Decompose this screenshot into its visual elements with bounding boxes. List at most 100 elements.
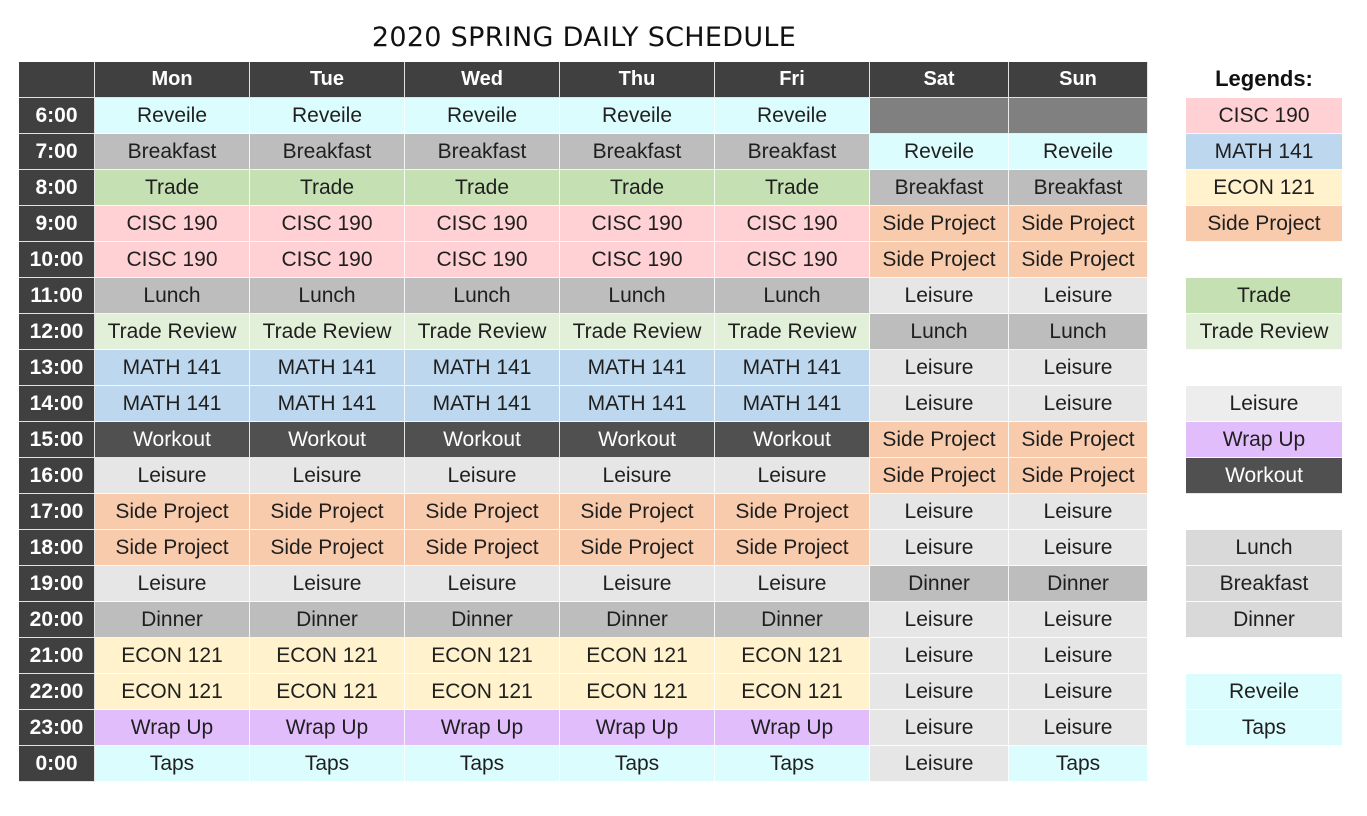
schedule-cell: MATH 141 [715, 386, 870, 422]
schedule-cell: Taps [1009, 746, 1148, 782]
schedule-cell: Leisure [870, 278, 1009, 314]
schedule-cell: Side Project [560, 530, 715, 566]
day-header-tue: Tue [250, 62, 405, 98]
schedule-cell: Side Project [870, 206, 1009, 242]
schedule-cell: Side Project [870, 458, 1009, 494]
schedule-cell: Wrap Up [715, 710, 870, 746]
time-label: 17:00 [19, 494, 95, 530]
schedule-cell: Reveile [870, 134, 1009, 170]
schedule-cell: Leisure [1009, 674, 1148, 710]
schedule-cell: MATH 141 [250, 386, 405, 422]
schedule-cell: Dinner [1009, 566, 1148, 602]
schedule-cell: Leisure [250, 566, 405, 602]
schedule-cell: MATH 141 [405, 386, 560, 422]
day-header-sat: Sat [870, 62, 1009, 98]
schedule-cell: Side Project [1009, 458, 1148, 494]
schedule-cell: ECON 121 [95, 674, 250, 710]
schedule-cell: Side Project [870, 422, 1009, 458]
schedule-cell: CISC 190 [95, 242, 250, 278]
schedule-table: Mon Tue Wed Thu Fri Sat Sun 6:00 Reveile Reveile R… [19, 62, 1148, 782]
schedule-cell: Leisure [1009, 602, 1148, 638]
legend-item-trade-review: Trade Review [1186, 314, 1342, 350]
schedule-cell: Leisure [405, 458, 560, 494]
schedule-cell: Breakfast [1009, 170, 1148, 206]
schedule-cell: Trade Review [405, 314, 560, 350]
schedule-cell: Workout [250, 422, 405, 458]
schedule-cell: MATH 141 [715, 350, 870, 386]
schedule-cell: Trade [560, 170, 715, 206]
time-label: 7:00 [19, 134, 95, 170]
schedule-cell: MATH 141 [250, 350, 405, 386]
schedule-cell: Side Project [1009, 206, 1148, 242]
legend-title: Legends: [1215, 66, 1313, 91]
schedule-cell: ECON 121 [715, 674, 870, 710]
schedule-cell: CISC 190 [250, 206, 405, 242]
schedule-cell: Leisure [870, 602, 1009, 638]
time-label: 6:00 [19, 98, 95, 134]
legend-item-trade: Trade [1186, 278, 1342, 314]
schedule-cell: CISC 190 [250, 242, 405, 278]
schedule-cell: ECON 121 [405, 638, 560, 674]
schedule-cell: MATH 141 [560, 350, 715, 386]
schedule-cell: Breakfast [405, 134, 560, 170]
schedule-cell: Breakfast [870, 170, 1009, 206]
time-label: 20:00 [19, 602, 95, 638]
schedule-cell: Leisure [870, 710, 1009, 746]
schedule-cell: Lunch [560, 278, 715, 314]
schedule-cell: Reveile [1009, 134, 1148, 170]
time-label: 18:00 [19, 530, 95, 566]
schedule-cell: Side Project [560, 494, 715, 530]
legend-item-econ-121: ECON 121 [1186, 170, 1342, 206]
schedule-cell: Taps [715, 746, 870, 782]
schedule-cell: Trade Review [560, 314, 715, 350]
schedule-cell: Dinner [560, 602, 715, 638]
time-label: 11:00 [19, 278, 95, 314]
time-label: 21:00 [19, 638, 95, 674]
schedule-cell: Dinner [250, 602, 405, 638]
legend-item-dinner: Dinner [1186, 602, 1342, 638]
schedule-cell: Taps [560, 746, 715, 782]
schedule-cell: Leisure [870, 350, 1009, 386]
schedule-cell: Lunch [870, 314, 1009, 350]
legend-spacer [1186, 242, 1342, 278]
schedule-cell [870, 98, 1009, 134]
schedule-cell: Dinner [870, 566, 1009, 602]
legend-spacer [1186, 638, 1342, 674]
schedule-cell: Lunch [405, 278, 560, 314]
schedule-cell: Reveile [405, 98, 560, 134]
day-header-wed: Wed [405, 62, 560, 98]
schedule-cell: Trade [715, 170, 870, 206]
schedule-cell: Trade Review [715, 314, 870, 350]
schedule-cell: Leisure [1009, 350, 1148, 386]
legend-item-taps: Taps [1186, 710, 1342, 746]
day-header-mon: Mon [95, 62, 250, 98]
schedule-cell: Leisure [1009, 710, 1148, 746]
schedule-cell: Workout [715, 422, 870, 458]
schedule-cell: Reveile [250, 98, 405, 134]
schedule-cell: ECON 121 [715, 638, 870, 674]
legend-item-workout: Workout [1186, 458, 1342, 494]
schedule-cell: Side Project [405, 530, 560, 566]
schedule-cell: Leisure [870, 386, 1009, 422]
schedule-cell: Leisure [405, 566, 560, 602]
schedule-cell: Wrap Up [250, 710, 405, 746]
schedule-cell: Wrap Up [95, 710, 250, 746]
schedule-cell [1009, 98, 1148, 134]
time-label: 12:00 [19, 314, 95, 350]
time-label: 19:00 [19, 566, 95, 602]
schedule-cell: CISC 190 [405, 206, 560, 242]
schedule-cell: Lunch [95, 278, 250, 314]
schedule-cell: Trade Review [95, 314, 250, 350]
schedule-cell: Workout [560, 422, 715, 458]
schedule-cell: Side Project [1009, 242, 1148, 278]
corner-header-cell [19, 62, 95, 98]
schedule-cell: ECON 121 [560, 674, 715, 710]
schedule-cell: Wrap Up [405, 710, 560, 746]
schedule-cell: Leisure [1009, 638, 1148, 674]
schedule-cell: Leisure [95, 458, 250, 494]
time-label: 13:00 [19, 350, 95, 386]
time-label: 0:00 [19, 746, 95, 782]
schedule-cell: Workout [405, 422, 560, 458]
schedule-cell: Breakfast [560, 134, 715, 170]
schedule-cell: Side Project [250, 530, 405, 566]
